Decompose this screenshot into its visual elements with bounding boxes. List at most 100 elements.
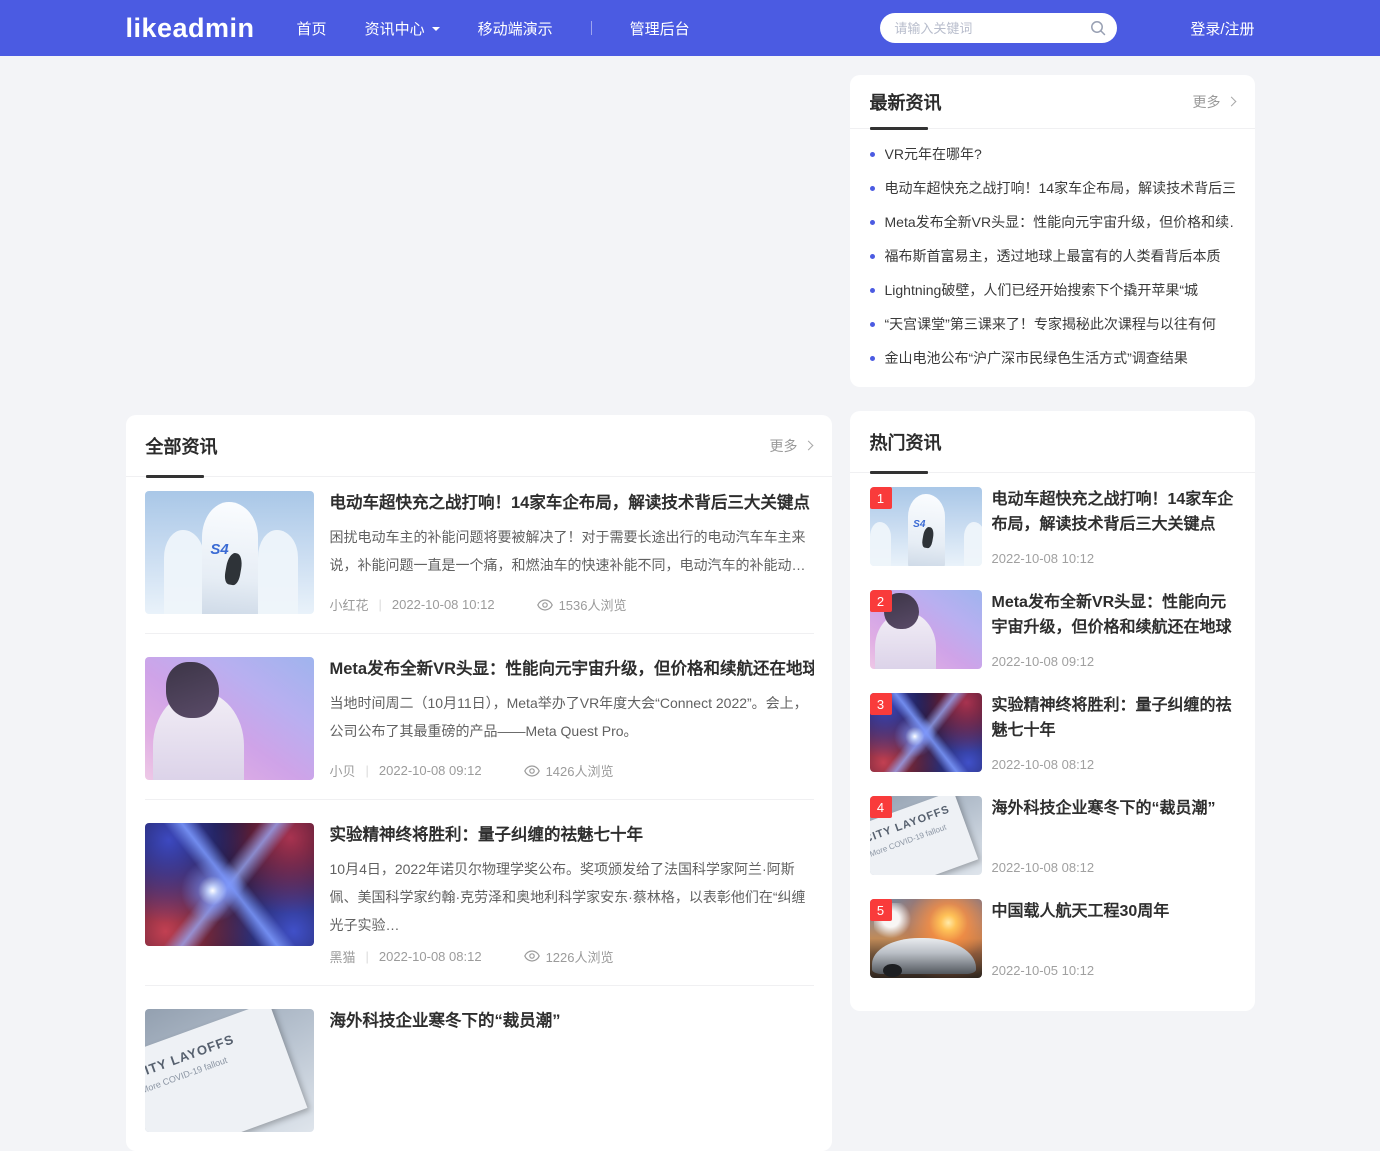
bullet-dot xyxy=(870,356,875,361)
hot-item-title[interactable]: 中国载人航天工程30周年 xyxy=(992,899,1235,924)
latest-news-item[interactable]: 福布斯首富易主，透过地球上最富有的人类看背后本质 xyxy=(870,239,1235,273)
hot-item-date: 2022-10-08 08:12 xyxy=(992,860,1235,875)
hot-item-body: 电动车超快充之战打响！14家车企布局，解读技术背后三大关键点 2022-10-0… xyxy=(992,487,1235,566)
article-meta: 小红花 | 2022-10-08 10:12 1536人浏览 xyxy=(330,587,814,614)
logo[interactable]: likeadmin xyxy=(126,13,255,44)
hot-item-date: 2022-10-05 10:12 xyxy=(992,963,1235,978)
article-title[interactable]: Meta发布全新VR头显：性能向元宇宙升级，但价格和续航还在地球 xyxy=(330,659,814,680)
eye-icon xyxy=(537,599,553,611)
hot-news-panel: 热门资讯 1 S4 电动车超快充之战打响！14家车企布局，解读技术背后三大关键点… xyxy=(850,411,1255,1011)
article-date: 2022-10-08 09:12 xyxy=(379,763,482,778)
latest-news-list: VR元年在哪年? 电动车超快充之战打响！14家车企布局，解读技术背后三… Met… xyxy=(850,137,1255,375)
article-author: 小贝 xyxy=(330,761,356,780)
latest-news-item-text: Lightning破壁，人们已经开始搜索下个撬开苹果“城 xyxy=(885,280,1199,300)
chevron-right-icon xyxy=(803,441,813,451)
nav-item-mobile-demo[interactable]: 移动端演示 xyxy=(478,18,553,39)
article-card[interactable]: Meta发布全新VR头显：性能向元宇宙升级，但价格和续航还在地球 当地时间周二（… xyxy=(126,634,832,799)
meta-divider: | xyxy=(379,597,382,612)
hot-news-item[interactable]: 2 Meta发布全新VR头显：性能向元宇宙升级，但价格和续航还在地球 2022-… xyxy=(870,590,1235,669)
article-views-count: 1536人浏览 xyxy=(559,595,627,614)
eye-icon xyxy=(524,765,540,777)
hot-item-title[interactable]: Meta发布全新VR头显：性能向元宇宙升级，但价格和续航还在地球 xyxy=(992,590,1235,640)
hot-news-item[interactable]: 4 CITY LAYOFFS More COVID-19 fallout 海外科… xyxy=(870,796,1235,875)
article-meta: 小贝 | 2022-10-08 09:12 1426人浏览 xyxy=(330,753,814,780)
all-news-title: 全部资讯 xyxy=(146,433,218,459)
main-nav: 首页 资讯中心 移动端演示 管理后台 xyxy=(297,18,690,39)
article-card[interactable]: CITY LAYOFFS More COVID-19 fallout 海外科技企… xyxy=(126,986,832,1151)
bullet-dot xyxy=(870,220,875,225)
article-body: Meta发布全新VR头显：性能向元宇宙升级，但价格和续航还在地球 当地时间周二（… xyxy=(330,657,814,780)
article-thumbnail-ev-charging: S4 xyxy=(145,491,314,614)
bullet-dot xyxy=(870,152,875,157)
latest-news-item-text: “天宫课堂”第三课来了！专家揭秘此次课程与以往有何 xyxy=(885,314,1216,334)
ev-charger-label: S4 xyxy=(210,541,228,558)
latest-news-panel: 最新资讯 更多 VR元年在哪年? 电动车超快充之战打响！14家车企布局，解读技术… xyxy=(850,75,1255,387)
article-meta: 黑猫 | 2022-10-08 08:12 1226人浏览 xyxy=(330,939,814,966)
article-summary: 困扰电动车主的补能问题将要被解决了！对于需要长途出行的电动汽车车主来说，补能问题… xyxy=(330,523,814,579)
rank-badge: 3 xyxy=(870,693,892,715)
article-card[interactable]: S4 电动车超快充之战打响！14家车企布局，解读技术背后三大关键点 困扰电动车主… xyxy=(126,477,832,633)
search-icon[interactable] xyxy=(1089,19,1107,37)
latest-news-item[interactable]: Meta发布全新VR头显：性能向元宇宙升级，但价格和续…还 xyxy=(870,205,1235,239)
more-label: 更多 xyxy=(1193,92,1221,112)
nav-divider xyxy=(591,21,592,35)
search-box[interactable] xyxy=(880,13,1117,43)
eye-icon xyxy=(524,950,540,962)
hot-item-title[interactable]: 电动车超快充之战打响！14家车企布局，解读技术背后三大关键点 xyxy=(992,487,1235,537)
article-title[interactable]: 海外科技企业寒冬下的“裁员潮” xyxy=(330,1011,814,1032)
main-content: 全部资讯 更多 S4 电动车超快充之战打响！14家车企布局，解读技术背后三大关键… xyxy=(126,56,1255,1151)
right-column: 最新资讯 更多 VR元年在哪年? 电动车超快充之战打响！14家车企布局，解读技术… xyxy=(850,56,1255,1011)
hot-news-item[interactable]: 1 S4 电动车超快充之战打响！14家车企布局，解读技术背后三大关键点 2022… xyxy=(870,487,1235,566)
latest-news-more-link[interactable]: 更多 xyxy=(1193,92,1235,112)
article-author: 黑猫 xyxy=(330,947,356,966)
hot-item-date: 2022-10-08 08:12 xyxy=(992,757,1235,772)
nav-item-home[interactable]: 首页 xyxy=(297,18,327,39)
all-news-more-link[interactable]: 更多 xyxy=(770,436,812,456)
latest-news-title: 最新资讯 xyxy=(870,89,942,115)
rank-badge: 2 xyxy=(870,590,892,612)
nav-item-admin-backend[interactable]: 管理后台 xyxy=(630,18,690,39)
hot-thumbnail-car-sunset: 5 xyxy=(870,899,982,978)
hot-thumbnail-ev-charging: 1 S4 xyxy=(870,487,982,566)
latest-news-panel-header: 最新资讯 更多 xyxy=(850,75,1255,129)
hot-item-title[interactable]: 海外科技企业寒冬下的“裁员潮” xyxy=(992,796,1235,821)
article-title[interactable]: 电动车超快充之战打响！14家车企布局，解读技术背后三大关键点 xyxy=(330,493,814,514)
meta-divider: | xyxy=(366,763,369,778)
chevron-right-icon xyxy=(1226,97,1236,107)
chevron-down-icon xyxy=(432,27,440,35)
bullet-dot xyxy=(870,254,875,259)
all-news-panel-header: 全部资讯 更多 xyxy=(126,415,832,477)
hot-item-body: 实验精神终将胜利：量子纠缠的祛魅七十年 2022-10-08 08:12 xyxy=(992,693,1235,772)
article-title[interactable]: 实验精神终将胜利：量子纠缠的祛魅七十年 xyxy=(330,825,814,846)
article-body: 实验精神终将胜利：量子纠缠的祛魅七十年 10月4日，2022年诺贝尔物理学奖公布… xyxy=(330,823,814,966)
bullet-dot xyxy=(870,186,875,191)
login-register-link[interactable]: 登录/注册 xyxy=(1190,18,1254,39)
latest-news-item[interactable]: Lightning破壁，人们已经开始搜索下个撬开苹果“城 xyxy=(870,273,1235,307)
article-views: 1426人浏览 xyxy=(524,761,614,780)
article-thumbnail-quantum xyxy=(145,823,314,946)
rank-badge: 5 xyxy=(870,899,892,921)
article-body: 海外科技企业寒冬下的“裁员潮” xyxy=(330,1009,814,1132)
article-views: 1226人浏览 xyxy=(524,947,614,966)
hot-thumbnail-layoffs: 4 CITY LAYOFFS More COVID-19 fallout xyxy=(870,796,982,875)
article-card[interactable]: 实验精神终将胜利：量子纠缠的祛魅七十年 10月4日，2022年诺贝尔物理学奖公布… xyxy=(126,800,832,985)
latest-news-item-text: VR元年在哪年? xyxy=(885,144,982,164)
hot-news-item[interactable]: 3 实验精神终将胜利：量子纠缠的祛魅七十年 2022-10-08 08:12 xyxy=(870,693,1235,772)
article-thumbnail-layoffs: CITY LAYOFFS More COVID-19 fallout xyxy=(145,1009,314,1132)
meta-divider: | xyxy=(366,949,369,964)
latest-news-item[interactable]: “天宫课堂”第三课来了！专家揭秘此次课程与以往有何 xyxy=(870,307,1235,341)
search-input[interactable] xyxy=(880,13,1117,43)
hot-news-list: 1 S4 电动车超快充之战打响！14家车企布局，解读技术背后三大关键点 2022… xyxy=(850,473,1255,978)
hot-thumbnail-quantum: 3 xyxy=(870,693,982,772)
hot-item-title[interactable]: 实验精神终将胜利：量子纠缠的祛魅七十年 xyxy=(992,693,1235,743)
latest-news-item[interactable]: 金山电池公布“沪广深市民绿色生活方式”调查结果 xyxy=(870,341,1235,375)
hot-news-item[interactable]: 5 中国载人航天工程30周年 2022-10-05 10:12 xyxy=(870,899,1235,978)
ev-charger-label: S4 xyxy=(913,519,925,530)
bullet-dot xyxy=(870,322,875,327)
latest-news-item[interactable]: VR元年在哪年? xyxy=(870,137,1235,171)
top-navbar: likeadmin 首页 资讯中心 移动端演示 管理后台 登录/注册 xyxy=(0,0,1380,56)
latest-news-item[interactable]: 电动车超快充之战打响！14家车企布局，解读技术背后三… xyxy=(870,171,1235,205)
hot-news-panel-header: 热门资讯 xyxy=(850,411,1255,473)
nav-item-news-center[interactable]: 资讯中心 xyxy=(365,18,440,39)
nav-item-news-center-label: 资讯中心 xyxy=(365,18,425,39)
